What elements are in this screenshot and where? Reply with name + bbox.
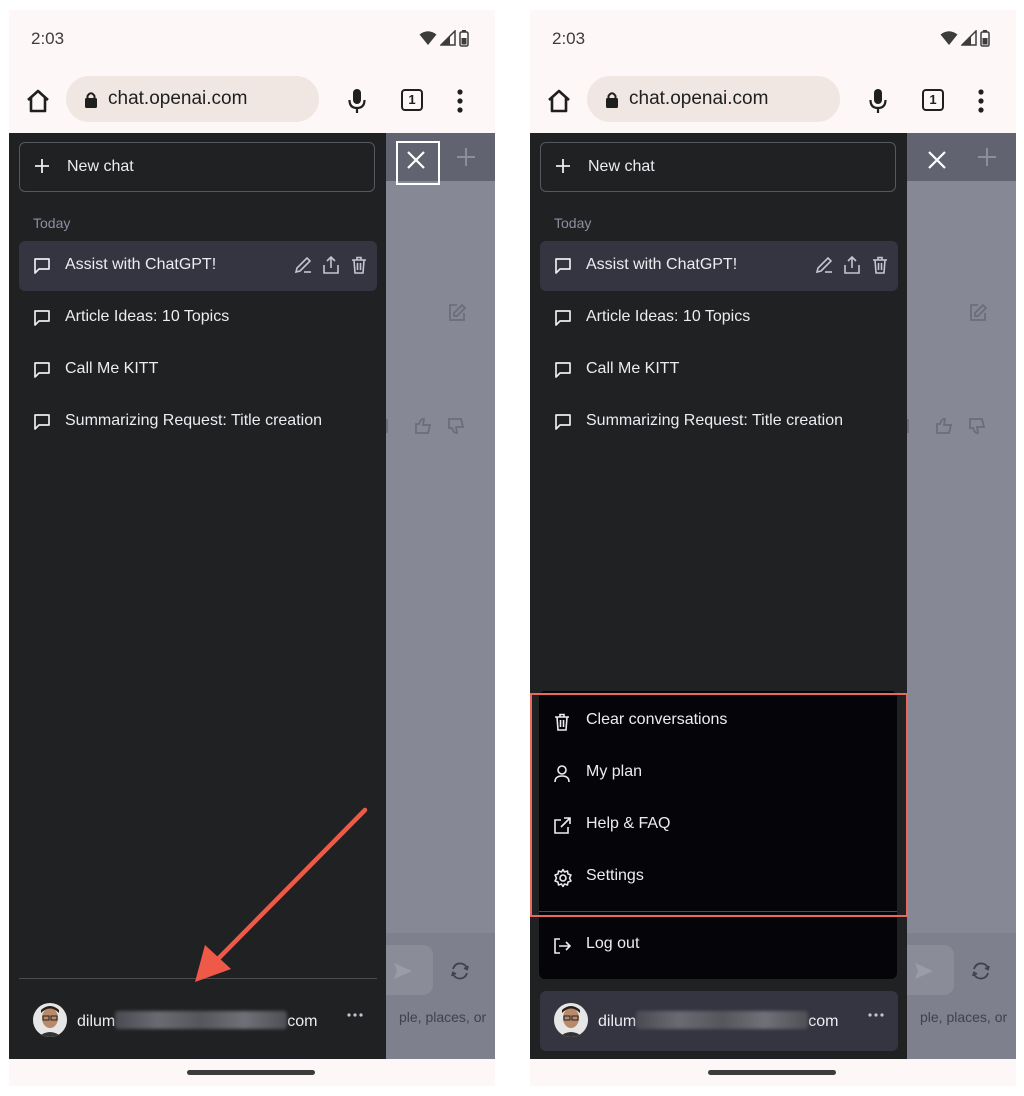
- signal-icon: [440, 30, 456, 46]
- phone-screenshot-right: 2:03 chat.openai.com 1 ple, places, or N…: [530, 10, 1016, 1086]
- url-text: chat.openai.com: [108, 88, 248, 109]
- phone-screenshot-left: 2:03 chat.openai.com 1 ple, places, or N…: [9, 10, 495, 1086]
- microphone-icon[interactable]: [866, 86, 890, 116]
- conversation-item[interactable]: Article Ideas: 10 Topics: [540, 293, 898, 343]
- share-icon[interactable]: [842, 255, 862, 275]
- chat-bubble-icon: [555, 258, 571, 274]
- send-icon: [915, 963, 933, 979]
- plus-icon[interactable]: [976, 146, 998, 168]
- edit-icon: [970, 303, 988, 321]
- user-email: dilum com: [598, 1011, 838, 1031]
- user-menu-button[interactable]: dilum com: [540, 991, 898, 1051]
- more-vert-icon[interactable]: [455, 88, 465, 114]
- signal-icon: [961, 30, 977, 46]
- more-vert-icon[interactable]: [976, 88, 986, 114]
- annotation-arrow: [195, 807, 368, 982]
- more-horiz-icon: [868, 1013, 884, 1017]
- address-bar[interactable]: chat.openai.com: [587, 76, 840, 122]
- close-icon[interactable]: [925, 148, 949, 172]
- home-icon[interactable]: [23, 86, 53, 116]
- plus-icon: [556, 159, 570, 173]
- edit-icon[interactable]: [814, 255, 834, 275]
- sidebar: New chat Today Assist with ChatGPT! Arti…: [530, 133, 907, 1059]
- conversation-title: Call Me KITT: [586, 360, 680, 377]
- chat-bubble-icon: [555, 362, 571, 378]
- lock-icon: [606, 92, 618, 108]
- status-icons: [940, 28, 990, 48]
- tab-switcher-button[interactable]: 1: [922, 89, 944, 111]
- conversation-item[interactable]: Assist with ChatGPT!: [540, 241, 898, 291]
- address-bar[interactable]: chat.openai.com: [66, 76, 319, 122]
- composer-hint: ple, places, or: [920, 1009, 1008, 1025]
- home-icon[interactable]: [544, 86, 574, 116]
- trash-icon[interactable]: [870, 255, 890, 275]
- annotation-highlight-box: [530, 693, 908, 917]
- browser-toolbar: chat.openai.com 1: [530, 74, 1016, 130]
- page-content: ple, places, or New chat Today Assist wi…: [530, 133, 1016, 1059]
- new-chat-label: New chat: [588, 158, 655, 175]
- status-icons: [419, 28, 469, 48]
- logout-icon: [554, 938, 571, 954]
- status-time: 2:03: [31, 29, 65, 48]
- tab-switcher-button[interactable]: 1: [401, 89, 423, 111]
- new-chat-button[interactable]: New chat: [540, 142, 896, 192]
- chat-bubble-icon: [555, 414, 571, 430]
- menu-item-log-out[interactable]: Log out: [539, 921, 897, 971]
- browser-toolbar: chat.openai.com 1: [9, 74, 495, 130]
- wifi-icon: [940, 31, 958, 45]
- conversation-title: Article Ideas: 10 Topics: [586, 308, 751, 325]
- home-indicator[interactable]: [187, 1070, 315, 1075]
- conversation-item[interactable]: Summarizing Request: Title creation: [540, 397, 898, 447]
- microphone-icon[interactable]: [345, 86, 369, 116]
- page-content: ple, places, or New chat Today Assist wi…: [9, 133, 495, 1059]
- conversation-title: Summarizing Request: Title creation: [586, 412, 843, 429]
- avatar: [554, 1003, 588, 1037]
- conversation-title: Assist with ChatGPT!: [586, 256, 738, 273]
- wifi-icon: [419, 31, 437, 45]
- home-indicator[interactable]: [708, 1070, 836, 1075]
- menu-label: Log out: [586, 935, 640, 952]
- conversation-item[interactable]: Call Me KITT: [540, 345, 898, 395]
- url-text: chat.openai.com: [629, 88, 769, 109]
- lock-icon: [85, 92, 97, 108]
- refresh-icon: [972, 962, 990, 980]
- chat-bubble-icon: [555, 310, 571, 326]
- section-label-today: Today: [554, 215, 592, 231]
- conversation-actions: [814, 255, 890, 275]
- battery-icon: [459, 29, 469, 47]
- user-email-end: com: [808, 1013, 839, 1030]
- battery-icon: [980, 29, 990, 47]
- redacted-email: [636, 1011, 809, 1029]
- status-time: 2:03: [552, 29, 586, 48]
- user-email-start: dilum: [598, 1013, 637, 1030]
- feedback-icons: [901, 417, 986, 435]
